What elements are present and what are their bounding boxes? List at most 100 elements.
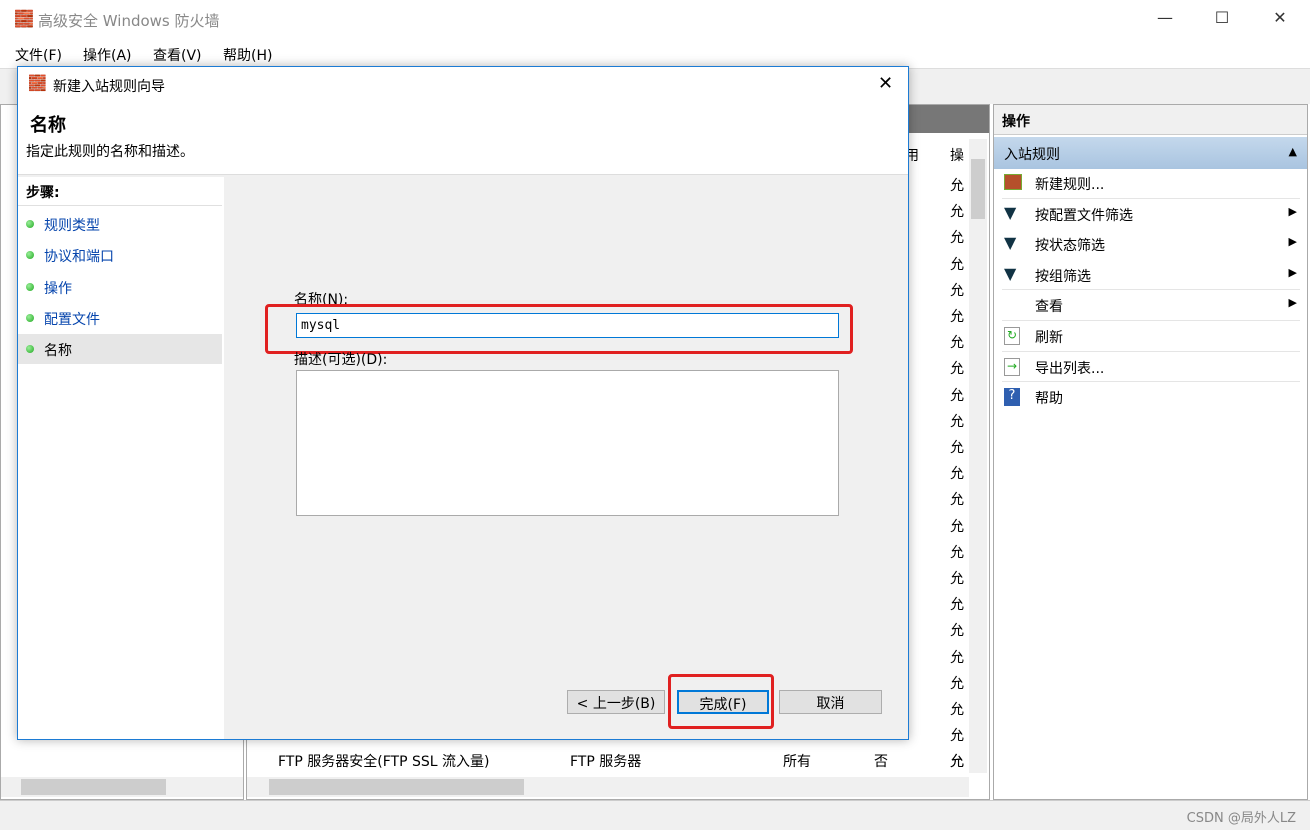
description-label: 描述(可选)(D): xyxy=(294,352,388,368)
maximize-button[interactable]: ☐ xyxy=(1207,8,1237,27)
dialog-title: 新建入站规则向导 xyxy=(53,79,165,95)
rule-group: FTP 服务器 xyxy=(570,754,642,770)
refresh-icon: ↻ xyxy=(1004,327,1022,345)
submenu-arrow-icon: ▶ xyxy=(1288,296,1297,309)
actions-title: 操作 xyxy=(994,105,1307,135)
actions-pane: 操作 入站规则 ▲ 新建规则... ▼ 按配置文件筛选 ▶ ▼ 按状态筛选 ▶ ▼ 按组筛选 ▶ 查… xyxy=(993,104,1308,800)
back-button[interactable]: < 上一步(B) xyxy=(567,690,665,714)
rule-enabled: 否 xyxy=(874,754,888,770)
menu-action[interactable]: 操作(A) xyxy=(83,45,132,65)
action-item[interactable]: 查看 ▶ xyxy=(994,290,1307,320)
action-item[interactable]: ? 帮助 xyxy=(994,382,1307,412)
scroll-thumb[interactable] xyxy=(971,159,985,219)
step-bullet-icon xyxy=(26,345,34,354)
rule-action-cell: 允 xyxy=(950,413,964,430)
rule-action-cell: 允 xyxy=(950,387,964,404)
rule-action-cell: 允 xyxy=(950,309,964,325)
actions-section-inbound[interactable]: 入站规则 ▲ xyxy=(994,137,1307,169)
rule-action-cell: 允 xyxy=(950,256,964,273)
action-label: 按组筛选 xyxy=(1035,268,1091,285)
rule-action-cell: 允 xyxy=(950,544,964,561)
rule-action-cell: 允 xyxy=(950,623,964,640)
action-label: 帮助 xyxy=(1035,391,1063,407)
wizard-step[interactable]: 规则类型 xyxy=(18,209,222,239)
new-rule-icon xyxy=(1004,174,1022,192)
submenu-arrow-icon: ▶ xyxy=(1288,235,1297,248)
rule-action-cell: 允 xyxy=(950,361,964,378)
step-bullet-icon xyxy=(26,313,34,322)
firewall-icon: 🧱 xyxy=(14,9,34,28)
wizard-step[interactable]: 协议和端口 xyxy=(18,240,222,270)
wizard-step[interactable]: 操作 xyxy=(18,272,222,302)
rule-action-cell: 允 xyxy=(950,702,964,718)
rule-action-cell: 允 xyxy=(950,518,964,535)
step-label: 规则类型 xyxy=(44,218,100,234)
action-label: 导出列表... xyxy=(1035,360,1105,377)
rule-action-cell: 允 xyxy=(950,204,964,221)
horizontal-scrollbar[interactable] xyxy=(247,777,969,797)
rule-action-cell: 允 xyxy=(950,675,964,692)
menu-view[interactable]: 查看(V) xyxy=(153,45,202,65)
step-bullet-icon xyxy=(26,220,34,228)
action-item[interactable]: ▼ 按配置文件筛选 ▶ xyxy=(994,199,1307,229)
rule-action-cell: 允 xyxy=(950,728,964,745)
menu-file[interactable]: 文件(F) xyxy=(15,45,62,65)
left-hscrollbar[interactable] xyxy=(1,777,243,797)
action-item[interactable]: → 导出列表... xyxy=(994,352,1307,382)
step-label: 操作 xyxy=(44,280,72,297)
new-inbound-rule-wizard: 🧱 新建入站规则向导 ✕ 名称 指定此规则的名称和描述。 步骤: 规则类型 协议和… xyxy=(17,66,909,740)
minimize-button[interactable]: — xyxy=(1150,8,1180,27)
action-label: 按状态筛选 xyxy=(1035,238,1105,254)
action-item[interactable]: ↻ 刷新 xyxy=(994,321,1307,351)
step-bullet-icon xyxy=(26,282,34,291)
dialog-header: 名称 指定此规则的名称和描述。 xyxy=(18,101,908,175)
action-label: 按配置文件筛选 xyxy=(1035,207,1133,224)
rule-action-cell: 允 xyxy=(950,649,964,666)
export-icon: → xyxy=(1004,357,1022,376)
rule-action-cell: 允 xyxy=(950,597,964,614)
rule-action-cell: 允 xyxy=(950,571,964,587)
wizard-step[interactable]: 配置文件 xyxy=(18,303,222,333)
rule-action-cell: 允 xyxy=(950,230,964,247)
rule-action-cell: 允 xyxy=(950,440,964,456)
finish-button[interactable]: 完成(F) xyxy=(677,690,769,714)
action-label: 刷新 xyxy=(1035,330,1063,346)
rule-action-cell: 允 xyxy=(950,178,964,194)
rule-action-cell: 允 xyxy=(950,335,964,352)
rule-name-input[interactable] xyxy=(296,313,839,338)
filter-icon: ▼ xyxy=(1004,233,1017,252)
menu-bar: 文件(F) 操作(A) 查看(V) 帮助(H) xyxy=(0,38,1310,68)
rule-action-cell: 允 xyxy=(950,466,964,483)
action-item[interactable]: ▼ 按组筛选 ▶ xyxy=(994,260,1307,290)
step-bullet-icon xyxy=(26,251,34,260)
rule-profile: 所有 xyxy=(783,754,811,770)
vertical-scrollbar[interactable] xyxy=(969,139,987,773)
status-bar: CSDN @局外人LZ xyxy=(0,800,1310,830)
rule-action: 允 xyxy=(950,754,964,770)
help-icon: ? xyxy=(1004,388,1022,406)
rule-action-cell: 允 xyxy=(950,492,964,509)
description-textarea[interactable] xyxy=(296,370,839,516)
action-item[interactable]: 新建规则... xyxy=(994,168,1307,198)
column-header-action[interactable]: 操 xyxy=(950,145,964,165)
close-button[interactable]: ✕ xyxy=(1265,8,1295,27)
action-label: 新建规则... xyxy=(1035,177,1105,193)
step-label: 协议和端口 xyxy=(44,249,114,266)
step-label: 配置文件 xyxy=(44,311,100,328)
firewall-icon: 🧱 xyxy=(28,74,47,92)
submenu-arrow-icon: ▶ xyxy=(1288,204,1297,218)
scroll-thumb[interactable] xyxy=(21,779,166,795)
cancel-button[interactable]: 取消 xyxy=(779,690,882,714)
rule-action-cell: 允 xyxy=(950,282,964,299)
scroll-thumb[interactable] xyxy=(269,779,524,795)
rule-name[interactable]: FTP 服务器安全(FTP SSL 流入量) xyxy=(278,751,489,771)
collapse-icon[interactable]: ▲ xyxy=(1289,145,1297,158)
watermark: CSDN @局外人LZ xyxy=(1186,811,1296,826)
menu-help[interactable]: 帮助(H) xyxy=(223,45,272,65)
filter-icon: ▼ xyxy=(1004,263,1017,283)
page-subtitle: 指定此规则的名称和描述。 xyxy=(26,144,194,160)
action-item[interactable]: ▼ 按状态筛选 ▶ xyxy=(994,229,1307,259)
step-label: 名称 xyxy=(44,343,72,360)
dialog-close-button[interactable]: ✕ xyxy=(878,73,893,94)
wizard-step[interactable]: 名称 xyxy=(18,334,222,365)
